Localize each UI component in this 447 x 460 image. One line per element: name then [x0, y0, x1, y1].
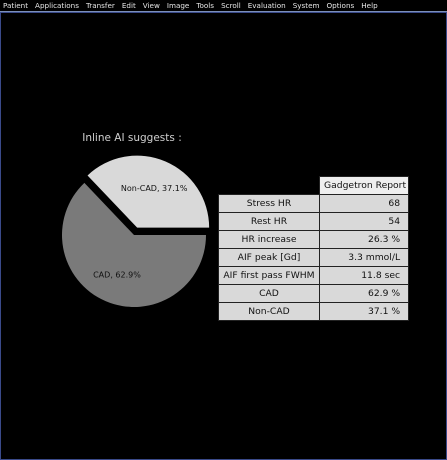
report-row: Non-CAD 37.1 %: [218, 302, 410, 321]
report-row-value: 68: [318, 194, 410, 213]
menu-tools[interactable]: Tools: [196, 0, 214, 11]
report-row-label: CAD: [218, 284, 320, 303]
image-viewport[interactable]: Inline AI suggests : Non-CAD, 37.1% CAD, …: [0, 12, 447, 460]
menu-transfer[interactable]: Transfer: [86, 0, 115, 11]
report-row-value: 26.3 %: [318, 230, 410, 249]
report-row-value: 37.1 %: [318, 302, 410, 321]
report-header-row: Gadgetron Report: [218, 176, 410, 195]
pie-label-cad: CAD, 62.9%: [93, 271, 141, 280]
menu-options[interactable]: Options: [327, 0, 355, 11]
report-row: AIF first pass FWHM 11.8 sec: [218, 266, 410, 285]
menu-edit[interactable]: Edit: [122, 0, 136, 11]
report-row: AIF peak [Gd] 3.3 mmol/L: [218, 248, 410, 267]
menu-help[interactable]: Help: [361, 0, 377, 11]
menu-evaluation[interactable]: Evaluation: [248, 0, 286, 11]
gadgetron-report-table: Gadgetron Report Stress HR 68 Rest HR 54 HR …: [218, 176, 410, 321]
report-row: Rest HR 54: [218, 212, 410, 231]
menu-patient[interactable]: Patient: [3, 0, 28, 11]
report-row-value: 54: [318, 212, 410, 231]
menu-system[interactable]: System: [293, 0, 320, 11]
report-header: Gadgetron Report: [318, 176, 410, 195]
chart-title: Inline AI suggests :: [82, 132, 182, 144]
report-row: Stress HR 68: [218, 194, 410, 213]
report-row-value: 3.3 mmol/L: [318, 248, 410, 267]
report-row: HR increase 26.3 %: [218, 230, 410, 249]
report-row-label: Rest HR: [218, 212, 320, 231]
report-row-label: AIF peak [Gd]: [218, 248, 320, 267]
report-row: CAD 62.9 %: [218, 284, 410, 303]
report-row-label: Stress HR: [218, 194, 320, 213]
report-row-value: 62.9 %: [318, 284, 410, 303]
menu-applications[interactable]: Applications: [35, 0, 79, 11]
menu-scroll[interactable]: Scroll: [221, 0, 241, 11]
pie-label-non-cad: Non-CAD, 37.1%: [121, 184, 188, 193]
menu-bar: Patient Applications Transfer Edit View …: [0, 0, 447, 12]
report-row-label: HR increase: [218, 230, 320, 249]
report-row-value: 11.8 sec: [318, 266, 410, 285]
report-row-label: AIF first pass FWHM: [218, 266, 320, 285]
menu-view[interactable]: View: [143, 0, 160, 11]
menu-image[interactable]: Image: [167, 0, 190, 11]
report-header-blank: [218, 176, 320, 195]
report-row-label: Non-CAD: [218, 302, 320, 321]
